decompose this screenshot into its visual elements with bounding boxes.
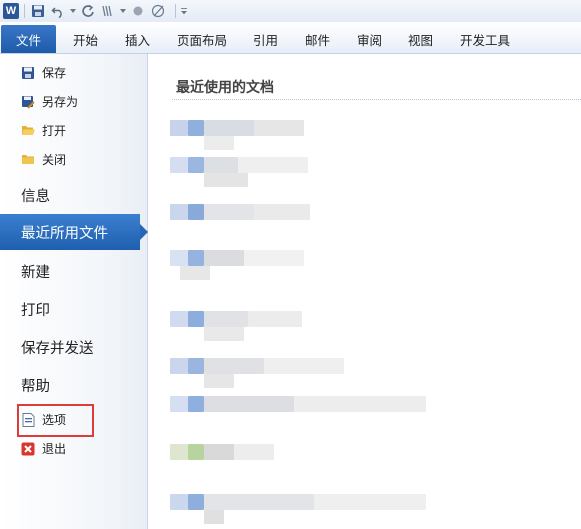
redo-icon[interactable] [80, 3, 96, 19]
recent-document-item[interactable] [170, 392, 440, 424]
format-painter-icon[interactable] [100, 3, 116, 19]
recent-document-item[interactable] [170, 307, 440, 341]
title-divider [172, 99, 581, 100]
menu-item-label: 打开 [42, 124, 67, 138]
undo-icon[interactable] [50, 3, 66, 19]
menu-item-save-send[interactable]: 保存并发送 [21, 337, 94, 358]
recent-document-item[interactable] [170, 246, 440, 280]
menu-item-label: 另存为 [42, 95, 79, 109]
recent-document-item[interactable] [170, 200, 440, 232]
menu-item-print[interactable]: 打印 [21, 299, 50, 320]
options-highlight-box [17, 404, 94, 437]
menu-item-recent[interactable]: 最近所用文件 [0, 214, 140, 250]
tab-page-layout[interactable]: 页面布局 [177, 30, 227, 49]
menu-item-save-as[interactable]: 另存为 [20, 93, 78, 110]
menu-item-label: 退出 [42, 442, 67, 456]
recent-document-item[interactable] [170, 440, 440, 472]
quick-access-toolbar: W [0, 0, 581, 22]
backstage-menu: 保存 另存为 打开 关闭 信息 最近所用文件 新建 打印 保存并发送 帮助 选项… [0, 54, 148, 529]
tab-insert[interactable]: 插入 [125, 30, 150, 49]
recent-document-item[interactable] [170, 354, 440, 388]
tab-view[interactable]: 视图 [408, 30, 433, 49]
menu-item-exit[interactable]: 退出 [20, 440, 66, 457]
save-icon[interactable] [30, 3, 46, 19]
undo-dropdown-icon[interactable] [70, 3, 76, 19]
menu-item-new[interactable]: 新建 [21, 261, 50, 282]
menu-item-save[interactable]: 保存 [20, 64, 66, 81]
record-icon[interactable] [130, 3, 146, 19]
ribbon-tab-bar: 文件 开始 插入 页面布局 引用 邮件 审阅 视图 开发工具 [0, 22, 581, 54]
save-as-icon [20, 94, 36, 110]
word-logo-icon[interactable]: W [3, 3, 19, 19]
open-folder-icon [20, 123, 36, 139]
recent-document-item[interactable] [170, 116, 440, 150]
toolbar-separator [175, 4, 176, 18]
menu-item-help[interactable]: 帮助 [21, 375, 50, 396]
tab-review[interactable]: 审阅 [357, 30, 382, 49]
menu-item-info[interactable]: 信息 [21, 185, 50, 206]
active-indicator-arrow [140, 224, 148, 240]
save-icon [20, 65, 36, 81]
recent-document-item[interactable] [170, 153, 440, 187]
menu-item-label: 保存 [42, 66, 67, 80]
tab-developer[interactable]: 开发工具 [460, 30, 510, 49]
menu-item-open[interactable]: 打开 [20, 122, 66, 139]
recent-documents-panel: 最近使用的文档 [148, 54, 581, 529]
tab-file[interactable]: 文件 [1, 25, 56, 53]
draw-icon[interactable] [150, 3, 166, 19]
exit-icon [20, 441, 36, 457]
customize-toolbar-icon[interactable] [181, 3, 187, 19]
recent-documents-title: 最近使用的文档 [176, 80, 274, 96]
menu-item-label: 关闭 [42, 153, 67, 167]
tab-home[interactable]: 开始 [73, 30, 98, 49]
tab-references[interactable]: 引用 [253, 30, 278, 49]
format-dropdown-icon[interactable] [120, 3, 126, 19]
toolbar-separator [24, 4, 25, 18]
recent-document-item[interactable] [170, 490, 440, 524]
close-folder-icon [20, 152, 36, 168]
tab-mailings[interactable]: 邮件 [305, 30, 330, 49]
menu-item-close[interactable]: 关闭 [20, 151, 66, 168]
